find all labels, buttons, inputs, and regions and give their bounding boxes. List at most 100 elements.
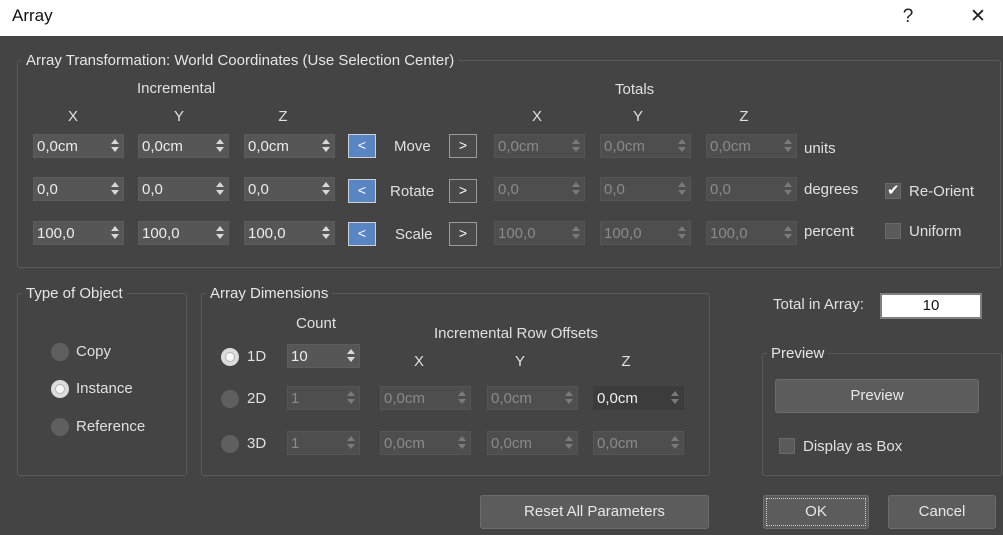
move-tot-z-spinner: 0,0cm [706,134,797,158]
spinner-arrows-icon [671,435,679,451]
2d-radio[interactable] [221,390,239,408]
array-dimensions-legend: Array Dimensions [206,285,333,302]
display-as-box-label: Display as Box [803,438,903,455]
spinner-arrows-icon [347,435,355,451]
1d-radio[interactable] [221,348,239,366]
inc-z-header: Z [278,108,288,125]
cancel-button[interactable]: Cancel [888,495,996,529]
3d-offset-y-spinner: 0,0cm [487,431,578,455]
move-inc-y-spinner[interactable]: 0,0cm [138,134,229,158]
copy-radio[interactable] [51,343,69,361]
spinner-arrows-icon [784,138,792,154]
preview-legend: Preview [767,345,829,362]
display-as-box-checkbox[interactable] [779,438,795,454]
2d-count-spinner: 1 [287,386,360,410]
spinner-arrows-icon[interactable] [322,181,330,197]
total-in-array-field[interactable]: 10 [880,293,982,319]
spinner-arrows-icon[interactable] [111,225,119,241]
tot-y-header: Y [632,108,643,125]
spinner-arrows-icon [565,435,573,451]
3d-offset-x-spinner: 0,0cm [380,431,471,455]
spinner-arrows-icon[interactable] [216,138,224,154]
rotate-tot-y-spinner: 0,0 [600,177,691,201]
reference-label: Reference [76,418,146,435]
spinner-arrows-icon [784,225,792,241]
instance-label: Instance [76,380,133,397]
spinner-arrows-icon[interactable] [111,138,119,154]
instance-radio[interactable] [51,380,69,398]
move-right-arrow-button[interactable]: > [449,134,477,158]
tot-z-header: Z [739,108,749,125]
scale-tot-z-spinner: 100,0 [706,221,797,245]
scale-right-arrow-button[interactable]: > [449,222,477,246]
help-button[interactable]: ? [888,2,928,32]
1d-count-spinner[interactable]: 10 [287,344,360,368]
window-title: Array [12,6,53,25]
spinner-arrows-icon [678,138,686,154]
total-in-array-label: Total in Array: [773,296,864,313]
inc-x-header: X [67,108,78,125]
move-tot-x-spinner: 0,0cm [494,134,585,158]
scale-percent-label: percent [804,223,855,240]
spinner-arrows-icon[interactable] [111,181,119,197]
re-orient-label: Re-Orient [909,183,975,200]
scale-inc-z-spinner[interactable]: 100,0 [244,221,335,245]
spinner-arrows-icon[interactable] [216,181,224,197]
move-inc-z-spinner[interactable]: 0,0cm [244,134,335,158]
move-units-label: units [804,140,836,157]
spinner-arrows-icon [784,181,792,197]
move-tot-y-spinner: 0,0cm [600,134,691,158]
scale-tot-x-spinner: 100,0 [494,221,585,245]
uniform-checkbox[interactable] [885,223,901,239]
2d-offset-x-spinner: 0,0cm [380,386,471,410]
reset-all-parameters-button[interactable]: Reset All Parameters [480,495,709,529]
ok-button[interactable]: OK [763,495,869,529]
spinner-arrows-icon [458,390,466,406]
spinner-arrows-icon[interactable] [322,138,330,154]
spinner-arrows-icon [572,225,580,241]
count-label: Count [296,315,337,332]
3d-radio[interactable] [221,435,239,453]
3d-label: 3D [247,435,267,452]
2d-offset-y-spinner: 0,0cm [487,386,578,410]
move-inc-x-spinner[interactable]: 0,0cm [33,134,124,158]
2d-offset-z-spinner: 0,0cm [593,386,684,410]
rotate-left-arrow-button[interactable]: < [348,179,376,203]
scale-tot-y-spinner: 100,0 [600,221,691,245]
move-left-arrow-button[interactable]: < [348,134,376,158]
inc-y-header: Y [173,108,184,125]
spinner-arrows-icon[interactable] [322,225,330,241]
incremental-row-offsets-label: Incremental Row Offsets [434,325,598,342]
offset-y-header: Y [514,353,525,370]
re-orient-checkbox[interactable] [885,181,901,199]
3d-offset-z-spinner: 0,0cm [593,431,684,455]
spinner-arrows-icon[interactable] [347,348,355,364]
spinner-arrows-icon [671,390,679,406]
rotate-inc-y-spinner[interactable]: 0,0 [138,177,229,201]
rotate-inc-x-spinner[interactable]: 0,0 [33,177,124,201]
rotate-tot-x-spinner: 0,0 [494,177,585,201]
spinner-arrows-icon [572,181,580,197]
rotate-tot-z-spinner: 0,0 [706,177,797,201]
1d-label: 1D [247,348,267,365]
scale-inc-y-spinner[interactable]: 100,0 [138,221,229,245]
title-bar [0,0,1003,36]
spinner-arrows-icon[interactable] [216,225,224,241]
preview-button[interactable]: Preview [775,379,979,413]
move-label: Move [394,138,431,155]
scale-inc-x-spinner[interactable]: 100,0 [33,221,124,245]
spinner-arrows-icon [565,390,573,406]
rotate-right-arrow-button[interactable]: > [449,179,477,203]
spinner-arrows-icon [572,138,580,154]
uniform-label: Uniform [909,223,962,240]
rotate-degrees-label: degrees [804,181,859,198]
rotate-label: Rotate [390,183,435,200]
reference-radio[interactable] [51,418,69,436]
close-button[interactable]: ✕ [958,2,998,32]
2d-label: 2D [247,390,267,407]
type-of-object-legend: Type of Object [22,285,127,302]
rotate-inc-z-spinner[interactable]: 0,0 [244,177,335,201]
incremental-label: Incremental [137,80,216,97]
close-icon: ✕ [970,6,986,27]
scale-left-arrow-button[interactable]: < [348,222,376,246]
